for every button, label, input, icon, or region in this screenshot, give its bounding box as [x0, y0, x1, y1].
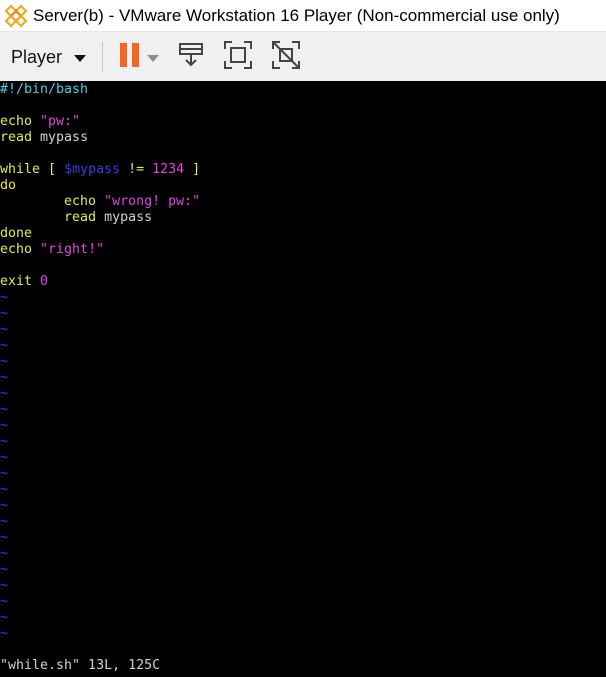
code-token: echo: [0, 194, 105, 209]
empty-line-marker: ~: [0, 338, 9, 353]
window-title: Server(b) - VMware Workstation 16 Player…: [33, 5, 560, 25]
fullscreen-button[interactable]: [223, 39, 253, 75]
empty-line-marker: ~: [0, 402, 9, 417]
code-token: mypass: [32, 130, 89, 145]
code-token: 1234: [152, 162, 185, 177]
code-token: "wrong! pw:": [104, 194, 201, 209]
empty-line-marker: ~: [0, 514, 9, 529]
code-token: do: [0, 178, 17, 193]
empty-line-marker: ~: [0, 530, 9, 545]
empty-line-marker: ~: [0, 594, 9, 609]
editor-line: read mypass: [0, 210, 152, 226]
empty-line-marker: ~: [0, 434, 9, 449]
vmware-logo-icon: [2, 2, 30, 30]
empty-line-marker: ~: [0, 482, 9, 497]
caret-down-icon: [147, 48, 160, 67]
code-token: mypass: [96, 210, 153, 225]
code-token: done: [0, 226, 33, 241]
code-token: echo: [0, 242, 41, 257]
vm-console-screen[interactable]: "while.sh" 13L, 125C #!/bin/bash echo "pw…: [0, 81, 606, 677]
code-token: read: [0, 210, 97, 225]
code-token: "right!": [40, 242, 105, 257]
empty-line-marker: ~: [0, 546, 9, 561]
code-token: !=: [120, 162, 153, 177]
empty-line-marker: ~: [0, 578, 9, 593]
empty-line-marker: ~: [0, 386, 9, 401]
code-token: 0: [32, 274, 49, 289]
empty-line-marker: ~: [0, 354, 9, 369]
player-menu-label: Player: [11, 46, 63, 67]
editor-line: echo "right!": [0, 242, 104, 258]
empty-line-marker: ~: [0, 562, 9, 577]
code-token: ]: [184, 162, 201, 177]
empty-line-marker: ~: [0, 290, 9, 305]
pause-button[interactable]: [119, 39, 141, 75]
empty-line-marker: ~: [0, 466, 9, 481]
editor-line: done: [0, 226, 32, 242]
editor-line: #!/bin/bash: [0, 82, 88, 98]
empty-line-marker: ~: [0, 626, 9, 641]
empty-line-marker: ~: [0, 306, 9, 321]
empty-line-marker: ~: [0, 418, 9, 433]
code-token: [: [40, 162, 65, 177]
empty-line-marker: ~: [0, 498, 9, 513]
code-token: $mypass: [64, 162, 121, 177]
title-bar: Server(b) - VMware Workstation 16 Player…: [0, 0, 606, 31]
editor-line: do: [0, 178, 16, 194]
unity-icon: [271, 40, 301, 74]
empty-line-marker: ~: [0, 370, 9, 385]
code-token: "pw:": [40, 114, 81, 129]
pause-icon: [119, 42, 141, 72]
player-menu-button[interactable]: Player: [11, 46, 87, 68]
vim-status-line: "while.sh" 13L, 125C: [0, 658, 161, 673]
editor-line: read mypass: [0, 130, 88, 146]
caret-down-icon: [74, 48, 87, 67]
send-ctrl-alt-del-icon: [177, 41, 205, 73]
editor-line: while [ $mypass != 1234 ]: [0, 162, 200, 178]
empty-line-marker: ~: [0, 322, 9, 337]
toolbar-separator: [102, 42, 104, 72]
player-toolbar: Player: [0, 31, 606, 82]
code-token: while: [0, 162, 41, 177]
send-ctrl-alt-del-button[interactable]: [177, 39, 205, 75]
empty-line-marker: ~: [0, 610, 9, 625]
code-token: #!/bin/bash: [0, 82, 89, 97]
editor-line: echo "wrong! pw:": [0, 194, 200, 210]
fullscreen-icon: [223, 40, 253, 74]
empty-line-marker: ~: [0, 450, 9, 465]
code-token: read: [0, 130, 33, 145]
power-options-dropdown[interactable]: [147, 39, 160, 75]
editor-line: echo "pw:": [0, 114, 80, 130]
code-token: exit: [0, 274, 33, 289]
unity-button[interactable]: [271, 39, 301, 75]
editor-line: exit 0: [0, 274, 48, 290]
code-token: echo: [0, 114, 41, 129]
